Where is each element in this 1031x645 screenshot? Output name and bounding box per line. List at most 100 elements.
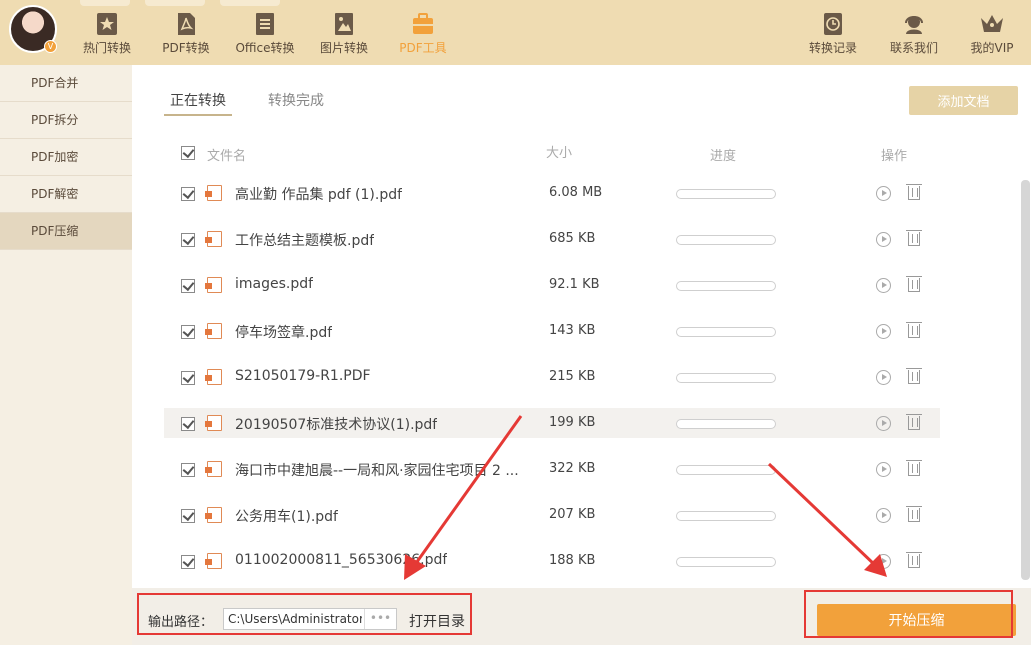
nav-contact[interactable]: 联系我们 — [874, 10, 954, 62]
nav-vip[interactable]: 我的VIP — [952, 10, 1031, 62]
file-name: 停车场签章.pdf — [235, 325, 333, 341]
trash-icon[interactable] — [906, 460, 922, 476]
row-checkbox[interactable] — [181, 325, 195, 339]
file-name: 011002000811_56530626.pdf — [235, 552, 448, 568]
file-size: 322 KB — [549, 461, 596, 476]
file-size: 143 KB — [549, 323, 596, 338]
table-row[interactable]: 公务用车(1).pdf 207 KB — [164, 500, 940, 530]
add-document-button[interactable]: 添加文档 — [909, 86, 1018, 115]
progress-bar — [676, 557, 776, 567]
row-checkbox[interactable] — [181, 417, 195, 431]
tab-done[interactable]: 转换完成 — [268, 90, 324, 118]
play-icon[interactable] — [876, 370, 891, 385]
pdf-file-icon — [205, 185, 222, 201]
crown-icon — [981, 15, 1003, 32]
sidebar-item-encrypt[interactable]: PDF加密 — [0, 139, 132, 176]
trash-icon[interactable] — [906, 322, 922, 338]
nav-label: Office转换 — [235, 41, 295, 55]
tab-converting[interactable]: 正在转换 — [164, 88, 232, 116]
trash-icon[interactable] — [906, 184, 922, 200]
file-size: 207 KB — [549, 507, 596, 522]
table-row[interactable]: 停车场签章.pdf 143 KB — [164, 316, 940, 346]
scrollbar[interactable] — [1021, 180, 1030, 580]
table-row[interactable]: images.pdf 92.1 KB — [164, 270, 940, 300]
pdf-file-icon — [205, 277, 222, 293]
file-size: 215 KB — [549, 369, 596, 384]
progress-bar — [676, 419, 776, 429]
nav-history[interactable]: 转换记录 — [793, 10, 873, 62]
trash-icon[interactable] — [906, 230, 922, 246]
image-icon — [335, 13, 353, 35]
file-name: 公务用车(1).pdf — [235, 509, 338, 525]
annotation-arrow-line — [412, 415, 523, 567]
table-row[interactable]: 工作总结主题模板.pdf 685 KB — [164, 224, 940, 254]
star-icon — [97, 13, 117, 35]
play-icon[interactable] — [876, 324, 891, 339]
play-icon[interactable] — [876, 232, 891, 247]
nav-label: 图片转换 — [319, 41, 368, 55]
pdf-file-icon — [205, 231, 222, 247]
tab-remnant — [145, 0, 205, 6]
pdf-file-icon — [205, 415, 222, 431]
select-all-checkbox[interactable] — [181, 146, 195, 160]
table-row[interactable]: 20190507标准技术协议(1).pdf 199 KB — [164, 408, 940, 438]
play-icon[interactable] — [876, 278, 891, 293]
play-icon[interactable] — [876, 416, 891, 431]
progress-bar — [676, 373, 776, 383]
nav-pdf-convert[interactable]: PDF转换 — [146, 10, 226, 62]
row-checkbox[interactable] — [181, 509, 195, 523]
trash-icon[interactable] — [906, 506, 922, 522]
row-checkbox[interactable] — [181, 463, 195, 477]
table-row[interactable]: S21050179-R1.PDF 215 KB — [164, 362, 940, 392]
file-name: S21050179-R1.PDF — [235, 368, 371, 384]
trash-icon[interactable] — [906, 414, 922, 430]
row-checkbox[interactable] — [181, 279, 195, 293]
nav-office-convert[interactable]: Office转换 — [225, 10, 305, 62]
play-icon[interactable] — [876, 186, 891, 201]
play-icon[interactable] — [876, 508, 891, 523]
nav-image-convert[interactable]: 图片转换 — [304, 10, 384, 62]
clock-icon — [824, 13, 842, 35]
row-checkbox[interactable] — [181, 371, 195, 385]
file-size: 199 KB — [549, 415, 596, 430]
row-checkbox[interactable] — [181, 233, 195, 247]
table-row[interactable]: 高业勤 作品集 pdf (1).pdf 6.08 MB — [164, 178, 940, 208]
nav-pdf-tools[interactable]: PDF工具 — [383, 10, 463, 62]
sidebar-item-decrypt[interactable]: PDF解密 — [0, 176, 132, 213]
trash-icon[interactable] — [906, 276, 922, 292]
row-checkbox[interactable] — [181, 555, 195, 569]
sidebar-item-split[interactable]: PDF拆分 — [0, 102, 132, 139]
nav-label: PDF转换 — [162, 41, 210, 55]
tab-remnant — [220, 0, 280, 6]
play-icon[interactable] — [876, 462, 891, 477]
progress-bar — [676, 465, 776, 475]
vip-badge: V — [44, 40, 57, 53]
play-icon[interactable] — [876, 554, 891, 569]
top-toolbar: V 热门转换 PDF转换 Office转换 图片转换 PDF工具 转换记录 联系… — [0, 0, 1031, 65]
nav-label: 我的VIP — [970, 41, 1014, 55]
pdf-file-icon — [205, 323, 222, 339]
file-size: 6.08 MB — [549, 185, 603, 200]
nav-label: PDF工具 — [399, 41, 447, 55]
nav-label: 联系我们 — [889, 41, 938, 55]
column-header-progress: 进度 — [710, 149, 737, 164]
progress-bar — [676, 189, 776, 199]
table-row[interactable]: 海口市中建旭晨--一局和风·家园住宅项目 2 ... 322 KB — [164, 454, 940, 484]
trash-icon[interactable] — [906, 552, 922, 568]
sidebar-item-merge[interactable]: PDF合并 — [0, 65, 132, 102]
nav-label: 热门转换 — [82, 41, 131, 55]
row-checkbox[interactable] — [181, 187, 195, 201]
toolbox-icon — [413, 13, 433, 34]
pdf-file-icon — [205, 507, 222, 523]
sidebar: PDF合并 PDF拆分 PDF加密 PDF解密 PDF压缩 — [0, 65, 132, 645]
file-name: 工作总结主题模板.pdf — [235, 233, 375, 249]
trash-icon[interactable] — [906, 368, 922, 384]
annotation-box-output — [137, 593, 472, 635]
file-name: 海口市中建旭晨--一局和风·家园住宅项目 2 ... — [235, 463, 519, 479]
nav-hot-convert[interactable]: 热门转换 — [67, 10, 147, 62]
progress-bar — [676, 327, 776, 337]
nav-label: 转换记录 — [808, 41, 857, 55]
progress-bar — [676, 511, 776, 521]
table-row[interactable]: 011002000811_56530626.pdf 188 KB — [164, 546, 940, 576]
sidebar-item-compress[interactable]: PDF压缩 — [0, 213, 132, 250]
